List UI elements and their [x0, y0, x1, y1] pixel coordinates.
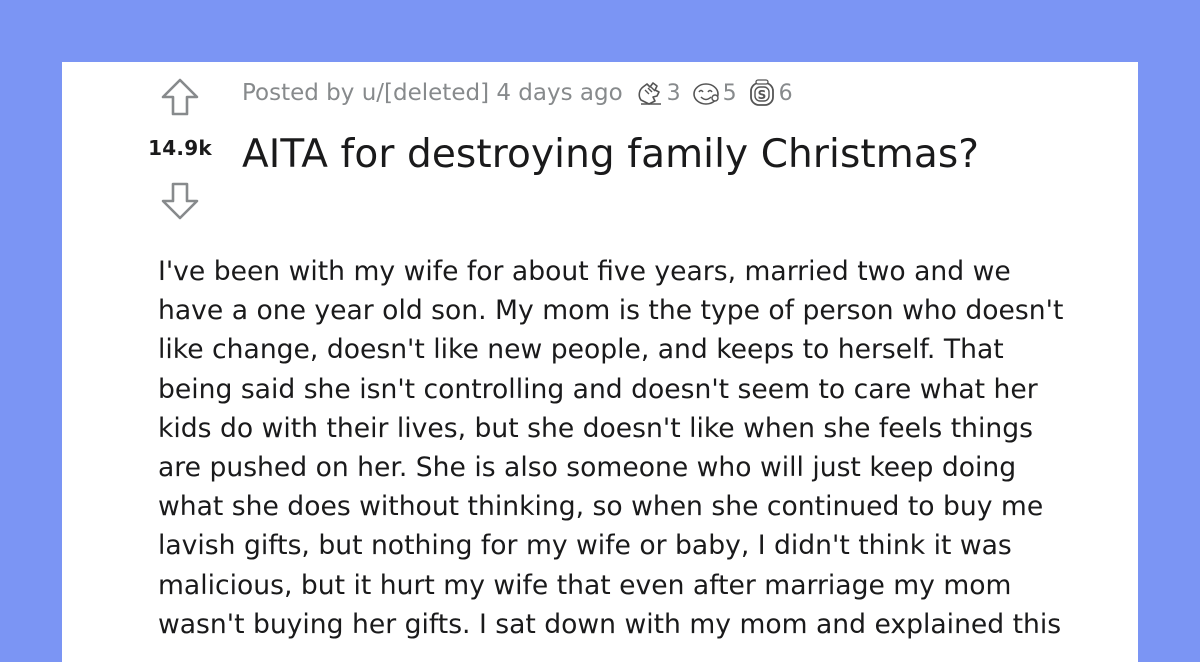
award-count: 3 — [666, 80, 681, 106]
award-helpful[interactable]: 3 — [635, 78, 681, 108]
body-line: wasn't buying her gifts. I sat down with… — [158, 608, 1062, 640]
post-body: I've been with my wife for about five ye… — [158, 252, 1088, 644]
body-line: have a one year old son. My mom is the t… — [158, 295, 1064, 327]
downvote-arrow-icon[interactable] — [159, 180, 201, 222]
award-wholesome[interactable]: 5 — [691, 78, 737, 108]
body-line: what she does without thinking, so when … — [158, 491, 1044, 523]
post-meta: Posted by u/[deleted] 4 days ago 3 5 S 6 — [242, 76, 803, 110]
upvote-arrow-icon[interactable] — [159, 76, 201, 118]
body-line: malicious, but it hurt my wife that even… — [158, 569, 1012, 601]
post-title[interactable]: AITA for destroying family Christmas? — [242, 132, 979, 177]
award-count: 5 — [722, 80, 737, 106]
svg-text:S: S — [757, 88, 766, 102]
body-line: are pushed on her. She is also someone w… — [158, 452, 1017, 484]
helpful-award-icon — [638, 82, 661, 105]
post-card: 14.9k Posted by u/[deleted] 4 days ago 3 — [62, 62, 1138, 662]
body-line: lavish gifts, but nothing for my wife or… — [158, 530, 1012, 562]
body-line: I've been with my wife for about five ye… — [158, 256, 1011, 287]
silver-award-icon: S — [749, 79, 774, 106]
body-line: like change, doesn't like new people, an… — [158, 334, 1004, 366]
downvote-arrow-shape — [161, 182, 199, 220]
body-line: being said she isn't controlling and doe… — [158, 373, 1038, 405]
body-line: kids do with their lives, but she doesn'… — [158, 412, 1033, 444]
award-silver[interactable]: S 6 — [747, 78, 793, 108]
award-count: 6 — [778, 80, 793, 106]
vote-score: 14.9k — [148, 136, 212, 160]
upvote-arrow-shape — [161, 78, 199, 116]
wholesome-award-icon — [692, 83, 719, 105]
posted-by-text[interactable]: Posted by u/[deleted] 4 days ago — [242, 80, 623, 106]
